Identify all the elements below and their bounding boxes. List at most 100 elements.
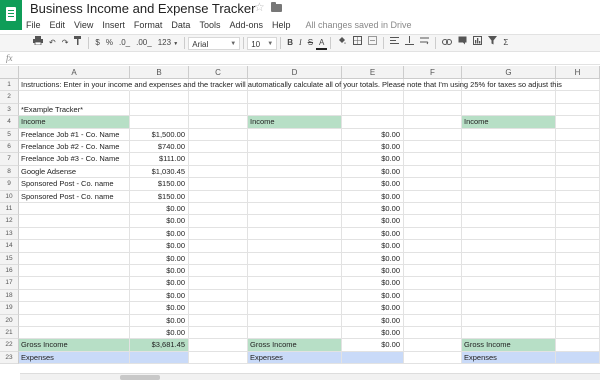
- cell-h[interactable]: [556, 79, 600, 92]
- column-header-c[interactable]: C: [189, 66, 248, 79]
- cell-a[interactable]: Gross Income: [19, 339, 130, 352]
- cell-f[interactable]: [404, 302, 462, 315]
- cell-c[interactable]: [189, 128, 248, 141]
- cell-f[interactable]: [404, 314, 462, 327]
- insert-comment-icon[interactable]: [455, 36, 470, 50]
- horizontal-align-icon[interactable]: [387, 36, 402, 50]
- cell-e[interactable]: $0.00: [342, 178, 404, 191]
- row-header[interactable]: 23: [0, 351, 19, 365]
- cell-h[interactable]: [556, 190, 600, 203]
- cell-d[interactable]: [248, 153, 342, 166]
- cell-d[interactable]: [248, 103, 342, 117]
- cell-c[interactable]: [189, 252, 248, 265]
- cell-b[interactable]: $150.00: [130, 190, 189, 203]
- cell-h[interactable]: [556, 165, 600, 179]
- borders-icon[interactable]: [350, 36, 365, 50]
- menu-insert[interactable]: Insert: [102, 20, 125, 30]
- cell-h[interactable]: [556, 153, 600, 166]
- cell-a[interactable]: [19, 277, 130, 290]
- cell-e[interactable]: [342, 91, 404, 104]
- cell-c[interactable]: [189, 215, 248, 228]
- horizontal-scrollbar[interactable]: [20, 373, 600, 380]
- cell-g[interactable]: [462, 128, 556, 141]
- cell-a[interactable]: Expenses: [19, 351, 130, 365]
- cell-b[interactable]: $0.00: [130, 252, 189, 265]
- cell-f[interactable]: [404, 165, 462, 179]
- column-header-a[interactable]: A: [19, 66, 130, 79]
- cell-h[interactable]: [556, 302, 600, 315]
- cell-d[interactable]: Income: [248, 116, 342, 129]
- cell-e[interactable]: $0.00: [342, 302, 404, 315]
- cell-d[interactable]: Expenses: [248, 351, 342, 365]
- cell-e[interactable]: $0.00: [342, 277, 404, 290]
- cell-e[interactable]: $0.00: [342, 227, 404, 241]
- cell-h[interactable]: [556, 265, 600, 278]
- cell-b[interactable]: $0.00: [130, 314, 189, 327]
- cell-g[interactable]: Gross Income: [462, 339, 556, 352]
- cell-a[interactable]: [19, 327, 130, 340]
- cell-a[interactable]: [19, 227, 130, 241]
- functions-icon[interactable]: Σ: [500, 36, 511, 50]
- cell-c[interactable]: [189, 314, 248, 327]
- cell-d[interactable]: [248, 289, 342, 303]
- cell-d[interactable]: [248, 178, 342, 191]
- cell-h[interactable]: [556, 203, 600, 216]
- cell-f[interactable]: [404, 240, 462, 253]
- cell-g[interactable]: [462, 240, 556, 253]
- cell-a[interactable]: Google Adsense: [19, 165, 130, 179]
- cell-a[interactable]: Freelance Job #2 - Co. Name: [19, 141, 130, 154]
- cell-d[interactable]: [248, 227, 342, 241]
- document-title[interactable]: Business Income and Expense Tracker: [30, 1, 255, 16]
- cell-a[interactable]: Sponsored Post - Co. name: [19, 178, 130, 191]
- cell-f[interactable]: [404, 339, 462, 352]
- cell-e[interactable]: [342, 351, 404, 365]
- cell-d[interactable]: [248, 91, 342, 104]
- cell-e[interactable]: [342, 116, 404, 129]
- cell-b[interactable]: $0.00: [130, 277, 189, 290]
- sheets-logo-icon[interactable]: [0, 0, 22, 30]
- cell-d[interactable]: [248, 165, 342, 179]
- cell-c[interactable]: [189, 165, 248, 179]
- cell-c[interactable]: [189, 289, 248, 303]
- cell-g[interactable]: [462, 252, 556, 265]
- cell-f[interactable]: [404, 289, 462, 303]
- cell-b[interactable]: [130, 103, 189, 117]
- cell-b[interactable]: $740.00: [130, 141, 189, 154]
- cell-b[interactable]: [130, 351, 189, 365]
- cell-g[interactable]: [462, 91, 556, 104]
- merge-cells-icon[interactable]: [365, 36, 380, 50]
- cell-f[interactable]: [404, 252, 462, 265]
- print-icon[interactable]: [30, 36, 46, 50]
- cell-a[interactable]: [19, 302, 130, 315]
- row-header[interactable]: 3: [0, 103, 19, 117]
- cell-b[interactable]: $1,500.00: [130, 128, 189, 141]
- cell-a[interactable]: Sponsored Post - Co. name: [19, 190, 130, 203]
- cell-b[interactable]: $111.00: [130, 153, 189, 166]
- row-header[interactable]: 2: [0, 91, 19, 104]
- cell-g[interactable]: [462, 289, 556, 303]
- cell-d[interactable]: [248, 190, 342, 203]
- row-header[interactable]: 14: [0, 240, 19, 253]
- cell-c[interactable]: [189, 339, 248, 352]
- cell-e[interactable]: $0.00: [342, 128, 404, 141]
- cell-a[interactable]: Instructions: Enter in your income and e…: [19, 79, 562, 92]
- cell-f[interactable]: [404, 327, 462, 340]
- cell-f[interactable]: [404, 153, 462, 166]
- text-color-button[interactable]: A: [316, 37, 328, 50]
- currency-format-button[interactable]: $: [92, 36, 102, 50]
- cell-c[interactable]: [189, 265, 248, 278]
- cell-e[interactable]: $0.00: [342, 327, 404, 340]
- menu-file[interactable]: File: [26, 20, 41, 30]
- cell-h[interactable]: [556, 227, 600, 241]
- menu-format[interactable]: Format: [134, 20, 163, 30]
- cell-b[interactable]: $3,681.45: [130, 339, 189, 352]
- column-header-f[interactable]: F: [404, 66, 462, 79]
- row-header[interactable]: 1: [0, 79, 19, 92]
- cell-e[interactable]: $0.00: [342, 265, 404, 278]
- percent-format-button[interactable]: %: [103, 36, 116, 50]
- cell-f[interactable]: [404, 141, 462, 154]
- cell-d[interactable]: [248, 141, 342, 154]
- cell-f[interactable]: [404, 178, 462, 191]
- cell-f[interactable]: [404, 351, 462, 365]
- cell-c[interactable]: [189, 178, 248, 191]
